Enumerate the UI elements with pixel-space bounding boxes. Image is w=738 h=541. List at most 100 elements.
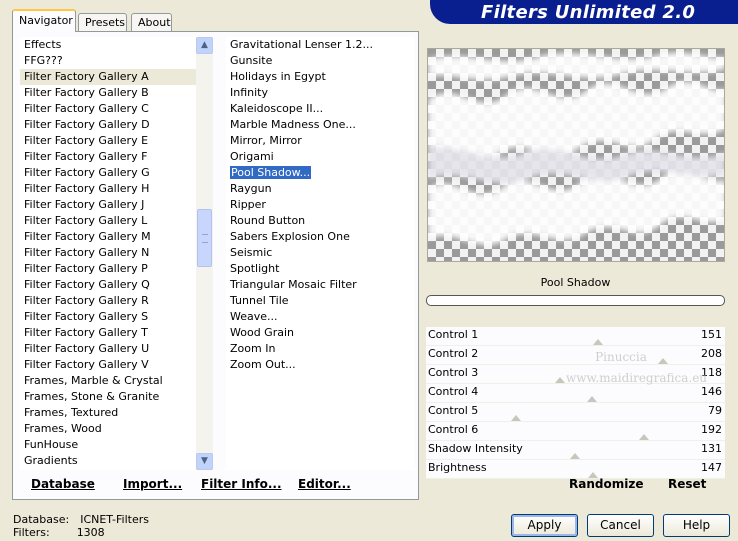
category-item[interactable]: Filter Factory Gallery R bbox=[20, 293, 196, 309]
category-item[interactable]: Frames, Textured bbox=[20, 405, 196, 421]
category-item[interactable]: Filter Factory Gallery J bbox=[20, 197, 196, 213]
slider-thumb-icon[interactable] bbox=[593, 339, 603, 345]
scroll-up-arrow-icon[interactable]: ▲ bbox=[196, 37, 213, 54]
filter-item[interactable]: Triangular Mosaic Filter bbox=[226, 277, 414, 293]
control-label: Control 3 bbox=[428, 366, 479, 379]
help-button[interactable]: Help bbox=[663, 514, 730, 537]
filter-item-label: Raygun bbox=[230, 182, 272, 195]
filter-item[interactable]: Raygun bbox=[226, 181, 414, 197]
filter-item-label: Round Button bbox=[230, 214, 306, 227]
category-item[interactable]: Filter Factory Gallery F bbox=[20, 149, 196, 165]
category-item[interactable]: Filter Factory Gallery C bbox=[20, 101, 196, 117]
cancel-button[interactable]: Cancel bbox=[587, 514, 654, 537]
category-item[interactable]: Filter Factory Gallery U bbox=[20, 341, 196, 357]
category-item[interactable]: Filter Factory Gallery T bbox=[20, 325, 196, 341]
control-value: 147 bbox=[701, 461, 722, 474]
watermark-line-1: Pinuccia bbox=[595, 350, 647, 364]
filter-item[interactable]: Ripper bbox=[226, 197, 414, 213]
control-label: Shadow Intensity bbox=[428, 442, 523, 455]
reset-button[interactable]: Reset bbox=[668, 477, 706, 491]
filter-item-label: Mirror, Mirror bbox=[230, 134, 302, 147]
control-label: Control 6 bbox=[428, 423, 479, 436]
control-value: 79 bbox=[708, 404, 722, 417]
tab-navigator[interactable]: Navigator bbox=[12, 9, 76, 32]
category-item[interactable]: Frames, Marble & Crystal bbox=[20, 373, 196, 389]
filter-item-label: Infinity bbox=[230, 86, 268, 99]
slider-thumb-icon[interactable] bbox=[555, 377, 565, 383]
editor-button[interactable]: Editor... bbox=[298, 477, 351, 491]
category-item[interactable]: Filter Factory Gallery Q bbox=[20, 277, 196, 293]
control-label: Control 5 bbox=[428, 404, 479, 417]
category-item[interactable]: Filter Factory Gallery M bbox=[20, 229, 196, 245]
category-item[interactable]: FFG??? bbox=[20, 53, 196, 69]
category-item[interactable]: Filter Factory Gallery G bbox=[20, 165, 196, 181]
category-scrollbar[interactable]: ▲ ▼ bbox=[196, 37, 213, 470]
category-item[interactable]: Gradients bbox=[20, 453, 196, 469]
tab-about[interactable]: About bbox=[131, 13, 172, 31]
randomize-button[interactable]: Randomize bbox=[569, 477, 643, 491]
category-item[interactable]: Filter Factory Gallery L bbox=[20, 213, 196, 229]
preview-image bbox=[427, 48, 725, 262]
filter-item[interactable]: Gravitational Lenser 1.2... bbox=[226, 37, 414, 53]
filter-item-label: Triangular Mosaic Filter bbox=[230, 278, 357, 291]
category-item[interactable]: Filter Factory Gallery V bbox=[20, 357, 196, 373]
category-item[interactable]: Filter Factory Gallery B bbox=[20, 85, 196, 101]
category-item[interactable]: Filter Factory Gallery S bbox=[20, 309, 196, 325]
category-item[interactable]: Effects bbox=[20, 37, 196, 53]
slider-thumb-icon[interactable] bbox=[587, 396, 597, 402]
category-item[interactable]: Filter Factory Gallery N bbox=[20, 245, 196, 261]
filter-list[interactable]: Gravitational Lenser 1.2... Gunsite Holida… bbox=[226, 37, 414, 470]
apply-button[interactable]: Apply bbox=[511, 514, 578, 537]
filter-item[interactable]: Holidays in Egypt bbox=[226, 69, 414, 85]
database-button[interactable]: Database bbox=[31, 477, 95, 491]
filter-item[interactable]: Seismic bbox=[226, 245, 414, 261]
filter-item[interactable]: Zoom In bbox=[226, 341, 414, 357]
filter-item-label: Tunnel Tile bbox=[230, 294, 289, 307]
filter-item[interactable]: Kaleidoscope II... bbox=[226, 101, 414, 117]
import-button[interactable]: Import... bbox=[123, 477, 182, 491]
filter-item[interactable]: Tunnel Tile bbox=[226, 293, 414, 309]
control-label: Brightness bbox=[428, 461, 487, 474]
filter-item-label: Weave... bbox=[230, 310, 278, 323]
control-slider-row[interactable]: Control 5 79 bbox=[426, 403, 725, 422]
filter-item[interactable]: Origami bbox=[226, 149, 414, 165]
control-slider-row[interactable]: Control 6 192 bbox=[426, 422, 725, 441]
category-item[interactable]: FunHouse bbox=[20, 437, 196, 453]
filter-item[interactable]: Weave... bbox=[226, 309, 414, 325]
database-status-value: ICNET-Filters bbox=[80, 513, 149, 526]
filter-item[interactable]: Marble Madness One... bbox=[226, 117, 414, 133]
category-item[interactable]: Filter Factory Gallery E bbox=[20, 133, 196, 149]
filter-item[interactable]: Sabers Explosion One bbox=[226, 229, 414, 245]
scrollbar-thumb[interactable] bbox=[197, 209, 212, 267]
slider-thumb-icon[interactable] bbox=[639, 434, 649, 440]
category-item[interactable]: Filter Factory Gallery P bbox=[20, 261, 196, 277]
filter-item[interactable]: Gunsite bbox=[226, 53, 414, 69]
category-item[interactable]: Filter Factory Gallery H bbox=[20, 181, 196, 197]
filter-item[interactable]: Spotlight bbox=[226, 261, 414, 277]
filter-item-label: Pool Shadow... bbox=[230, 166, 312, 179]
filter-item[interactable]: Mirror, Mirror bbox=[226, 133, 414, 149]
status-info: Database: ICNET-Filters Filters: 1308 bbox=[13, 513, 149, 539]
filter-item[interactable]: Infinity bbox=[226, 85, 414, 101]
category-item[interactable]: Filter Factory Gallery D bbox=[20, 117, 196, 133]
filter-item[interactable]: Wood Grain bbox=[226, 325, 414, 341]
control-slider-row[interactable]: Shadow Intensity 131 bbox=[426, 441, 725, 460]
category-item[interactable]: Frames, Wood bbox=[20, 421, 196, 437]
filter-item-label: Ripper bbox=[230, 198, 266, 211]
filters-count-value: 1308 bbox=[76, 526, 105, 539]
filter-item[interactable]: Round Button bbox=[226, 213, 414, 229]
scroll-down-arrow-icon[interactable]: ▼ bbox=[196, 453, 213, 470]
category-item[interactable]: Filter Factory Gallery A bbox=[20, 69, 196, 85]
filter-item[interactable]: Pool Shadow... bbox=[226, 165, 414, 181]
filter-info-button[interactable]: Filter Info... bbox=[201, 477, 282, 491]
category-item[interactable]: Frames, Stone & Granite bbox=[20, 389, 196, 405]
filter-item[interactable]: Zoom Out... bbox=[226, 357, 414, 373]
slider-thumb-icon[interactable] bbox=[511, 415, 521, 421]
filter-item-label: Zoom In bbox=[230, 342, 276, 355]
filter-item-label: Holidays in Egypt bbox=[230, 70, 326, 83]
control-value: 208 bbox=[701, 347, 722, 360]
tab-presets[interactable]: Presets bbox=[78, 13, 127, 31]
category-list[interactable]: Effects FFG??? Filter Factory Gallery A Fil… bbox=[20, 37, 196, 470]
slider-thumb-icon[interactable] bbox=[570, 453, 580, 459]
control-slider-row[interactable]: Control 1 151 bbox=[426, 327, 725, 346]
